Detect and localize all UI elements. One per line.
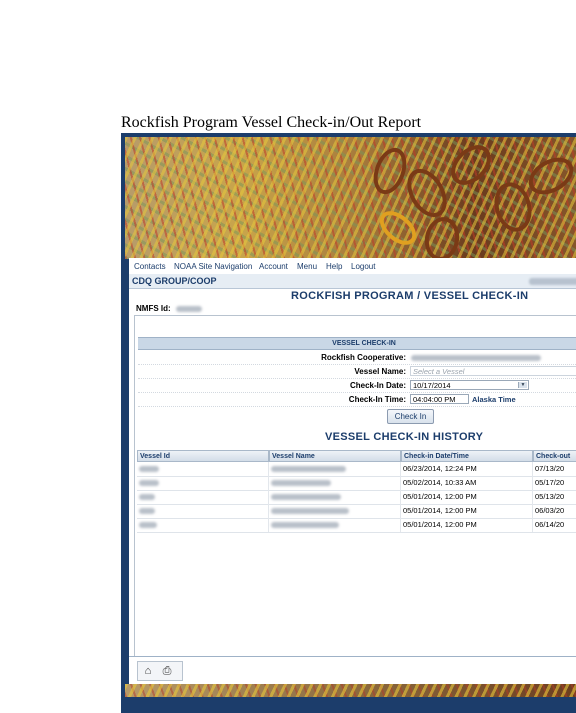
time-row: Check-In Time: 04:04:00 PM Alaska Time xyxy=(138,393,576,407)
nav-logout[interactable]: Logout xyxy=(351,262,375,271)
vessel-id-redacted xyxy=(137,462,269,476)
nav-menu[interactable]: Menu xyxy=(297,262,317,271)
nav-help[interactable]: Help xyxy=(326,262,342,271)
vessel-id-redacted xyxy=(137,490,269,504)
checkin-cell: 05/01/2014, 12:00 PM xyxy=(401,518,533,532)
group-title: CDQ GROUP/COOP xyxy=(132,276,217,286)
table-row[interactable]: 05/01/2014, 12:00 PM 06/03/20 xyxy=(137,504,576,519)
vessel-placeholder: Select a Vessel xyxy=(413,367,465,376)
date-input[interactable]: 10/17/2014 ▼ xyxy=(410,380,529,390)
vessel-select[interactable]: Select a Vessel xyxy=(410,366,576,376)
banner-image xyxy=(125,137,576,259)
date-value: 10/17/2014 xyxy=(413,381,451,390)
checkout-cell: 06/03/20 xyxy=(535,506,565,515)
home-icon[interactable]: ⌂ xyxy=(141,665,155,677)
coop-row: Rockfish Cooperative: xyxy=(138,351,576,365)
vessel-label: Vessel Name: xyxy=(354,367,406,376)
vessel-id-redacted xyxy=(137,476,269,490)
document-title: Rockfish Program Vessel Check-in/Out Rep… xyxy=(121,114,422,131)
footer-toolbar: ⌂ ⎙ xyxy=(129,656,576,684)
time-input[interactable]: 04:04:00 PM xyxy=(410,394,469,404)
time-label: Check-In Time: xyxy=(348,395,406,404)
checkout-cell: 06/14/20 xyxy=(535,520,565,529)
vessel-name-redacted xyxy=(269,504,401,518)
nmfs-id-label: NMFS Id: xyxy=(136,304,171,313)
checkin-cell: 05/01/2014, 12:00 PM xyxy=(401,504,533,518)
toolbar-buttons: ⌂ ⎙ xyxy=(137,661,183,681)
checkin-cell: 05/02/2014, 10:33 AM xyxy=(401,476,533,490)
table-row[interactable]: 05/01/2014, 12:00 PM 05/13/20 xyxy=(137,490,576,505)
vessel-row: Vessel Name: Select a Vessel xyxy=(138,365,576,379)
table-row[interactable]: 05/02/2014, 10:33 AM 05/17/20 xyxy=(137,476,576,491)
coop-label: Rockfish Cooperative: xyxy=(321,353,406,362)
redacted-user-info xyxy=(529,278,576,285)
vessel-name-redacted xyxy=(269,476,401,490)
chevron-down-icon[interactable]: ▼ xyxy=(518,382,527,388)
table-row[interactable]: 05/01/2014, 12:00 PM 06/14/20 xyxy=(137,518,576,533)
top-nav: Contacts NOAA Site Navigation Account Me… xyxy=(129,258,576,274)
nmfs-id: NMFS Id: xyxy=(136,304,202,313)
col-vessel-id[interactable]: Vessel Id xyxy=(137,450,269,462)
page-title: ROCKFISH PROGRAM / VESSEL CHECK-IN xyxy=(291,290,529,302)
group-bar: CDQ GROUP/COOP xyxy=(129,274,576,289)
checkin-panel-title: VESSEL CHECK-IN xyxy=(138,337,576,350)
nav-account[interactable]: Account xyxy=(259,262,288,271)
nmfs-id-redacted xyxy=(175,305,202,312)
table-row[interactable]: 06/23/2014, 12:24 PM 07/13/20 xyxy=(137,462,576,477)
history-title: VESSEL CHECK-IN HISTORY xyxy=(325,431,484,443)
checkout-cell: 05/13/20 xyxy=(535,492,565,501)
vessel-name-redacted xyxy=(269,490,401,504)
nav-contacts[interactable]: Contacts xyxy=(134,262,166,271)
date-row: Check-In Date: 10/17/2014 ▼ xyxy=(138,379,576,393)
vessel-name-redacted xyxy=(269,462,401,476)
check-in-button[interactable]: Check In xyxy=(387,409,434,424)
checkin-cell: 05/01/2014, 12:00 PM xyxy=(401,490,533,504)
coop-value-redacted xyxy=(411,353,541,362)
vessel-name-redacted xyxy=(269,518,401,532)
print-icon[interactable]: ⎙ xyxy=(160,665,174,677)
time-value: 04:04:00 PM xyxy=(413,395,456,404)
vessel-id-redacted xyxy=(137,504,269,518)
bottom-banner-strip xyxy=(125,684,576,697)
col-checkin-datetime[interactable]: Check-in Date/Time xyxy=(401,450,533,462)
checkout-cell: 05/17/20 xyxy=(535,478,565,487)
checkin-cell: 06/23/2014, 12:24 PM xyxy=(401,462,533,476)
col-checkout[interactable]: Check-out xyxy=(533,450,576,462)
date-label: Check-In Date: xyxy=(349,381,406,390)
time-zone-label: Alaska Time xyxy=(472,395,516,404)
main-page: Contacts NOAA Site Navigation Account Me… xyxy=(129,258,576,686)
vessel-id-redacted xyxy=(137,518,269,532)
col-vessel-name[interactable]: Vessel Name xyxy=(269,450,401,462)
checkout-cell: 07/13/20 xyxy=(535,464,565,473)
nav-noaa-site-navigation[interactable]: NOAA Site Navigation xyxy=(174,262,252,271)
